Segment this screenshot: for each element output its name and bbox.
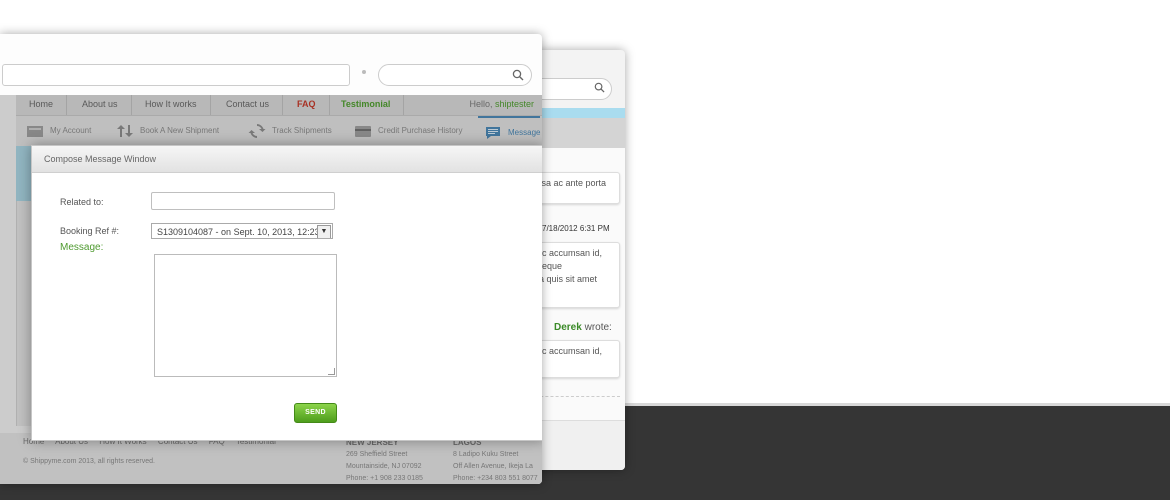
message-date: 7/18/2012 6:31 PM: [542, 224, 610, 233]
message-text: ac accumsan id,: [537, 248, 603, 258]
author-name[interactable]: Derek: [554, 322, 582, 333]
send-button[interactable]: SEND: [294, 403, 337, 423]
search-icon[interactable]: [512, 69, 524, 81]
resize-handle-icon[interactable]: [328, 368, 335, 375]
separator-dot: [362, 70, 366, 74]
related-label: Related to:: [60, 197, 104, 207]
main-browser-window: Home About us How It works Contact us FA…: [0, 34, 542, 484]
address-bar[interactable]: [2, 64, 350, 86]
message-bubble: ssa ac ante porta: [530, 172, 620, 204]
message-text: neque: [537, 261, 563, 271]
search-icon[interactable]: [594, 82, 605, 93]
chevron-down-icon[interactable]: ▼: [317, 225, 331, 238]
message-textarea[interactable]: [154, 254, 337, 377]
message-bubble: ac accumsan id, neque la quis sit amet: [530, 242, 620, 308]
back-search-input[interactable]: [530, 78, 612, 100]
message-label: Message:: [60, 242, 104, 253]
divider: [530, 396, 620, 397]
message-author: Derek wrote:: [554, 322, 612, 333]
booking-ref-label: Booking Ref #:: [60, 226, 120, 236]
message-text: ssa ac ante porta: [537, 178, 607, 188]
booking-ref-select[interactable]: S1309104087 - on Sept. 10, 2013, 12:23 p…: [151, 223, 333, 239]
selected-booking: S1309104087 - on Sept. 10, 2013, 12:23 p: [157, 227, 328, 237]
related-to-input[interactable]: [151, 192, 335, 210]
message-text: la quis sit amet: [537, 274, 598, 284]
author-suffix: wrote:: [581, 322, 612, 333]
compose-message-dialog: Compose Message Window Related to: Booki…: [31, 145, 542, 441]
message-bubble: ac accumsan id,: [530, 340, 620, 378]
search-input[interactable]: [378, 64, 532, 86]
dialog-title: Compose Message Window: [32, 146, 542, 173]
message-text: ac accumsan id,: [537, 346, 603, 356]
